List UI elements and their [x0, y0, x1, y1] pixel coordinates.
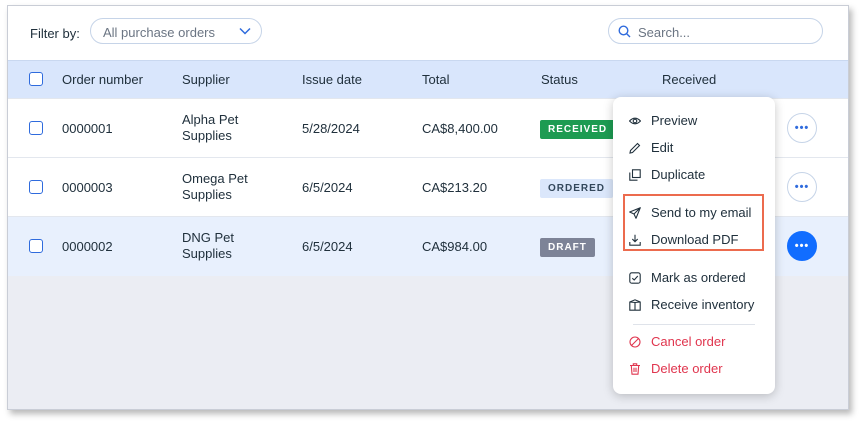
trash-icon [629, 363, 641, 375]
supplier-name-line-1: Alpha Pet [182, 112, 239, 127]
order-number: 0000002 [62, 239, 113, 254]
filter-dropdown[interactable]: All purchase orders [90, 18, 262, 44]
select-all-checkbox[interactable] [29, 72, 43, 86]
row-checkbox[interactable] [29, 180, 43, 194]
header-order-number[interactable]: Order number [62, 72, 143, 87]
menu-item-delete-order[interactable]: Delete order [629, 359, 769, 379]
search-icon [618, 25, 631, 38]
menu-item-label: Receive inventory [651, 297, 755, 312]
download-icon [629, 234, 641, 246]
menu-item-label: Send to my email [651, 205, 752, 220]
menu-item-cancel-order[interactable]: Cancel order [629, 332, 769, 352]
table-header: Order number Supplier Issue date Total S… [8, 60, 848, 98]
menu-item-preview[interactable]: Preview [629, 111, 769, 131]
supplier-name-line-1: DNG Pet [182, 230, 235, 245]
issue-date: 5/28/2024 [302, 121, 360, 136]
menu-item-label: Edit [651, 140, 674, 155]
more-dots-icon: ••• [794, 122, 810, 134]
status-badge: RECEIVED [540, 120, 616, 139]
status-badge: ORDERED [540, 179, 614, 198]
order-total: CA$213.20 [422, 180, 488, 195]
supplier-name: DNG Pet Supplies [182, 230, 234, 262]
chevron-down-icon [239, 26, 251, 36]
search-input[interactable] [636, 22, 815, 42]
row-checkbox[interactable] [29, 121, 43, 135]
filter-label: Filter by: [30, 26, 80, 41]
menu-item-label: Cancel order [651, 334, 726, 349]
more-actions-button[interactable]: ••• [787, 172, 817, 202]
order-total: CA$8,400.00 [422, 121, 498, 136]
header-status[interactable]: Status [541, 72, 578, 87]
menu-item-label: Duplicate [651, 167, 706, 182]
order-number: 0000003 [62, 180, 113, 195]
menu-item-edit[interactable]: Edit [629, 138, 769, 158]
menu-item-duplicate[interactable]: Duplicate [629, 165, 769, 185]
menu-item-label: Delete order [651, 361, 723, 376]
purchase-orders-panel: Filter by: All purchase orders Order num… [7, 5, 849, 410]
status-badge: DRAFT [540, 238, 595, 257]
menu-item-mark-ordered[interactable]: Mark as ordered [629, 268, 769, 288]
row-checkbox[interactable] [29, 239, 43, 253]
more-dots-icon: ••• [794, 240, 810, 252]
cancel-icon [629, 336, 641, 348]
mark-ordered-icon [629, 272, 641, 284]
header-received[interactable]: Received [662, 72, 716, 87]
menu-item-label: Mark as ordered [651, 270, 746, 285]
issue-date: 6/5/2024 [302, 239, 353, 254]
menu-divider [633, 324, 755, 325]
menu-item-label: Preview [651, 113, 698, 128]
send-icon [629, 207, 641, 219]
supplier-name-line-2: Supplies [182, 128, 232, 143]
order-total: CA$984.00 [422, 239, 488, 254]
filter-dropdown-value: All purchase orders [103, 25, 215, 40]
header-issue-date[interactable]: Issue date [302, 72, 362, 87]
duplicate-icon [629, 169, 641, 181]
more-dots-icon: ••• [794, 181, 810, 193]
header-supplier[interactable]: Supplier [182, 72, 230, 87]
menu-item-label: Download PDF [651, 232, 739, 247]
menu-item-send-email[interactable]: Send to my email [629, 203, 769, 223]
filter-toolbar: Filter by: All purchase orders [8, 6, 848, 60]
supplier-name-line-2: Supplies [182, 246, 232, 261]
header-total[interactable]: Total [422, 72, 449, 87]
supplier-name: Alpha Pet Supplies [182, 112, 238, 144]
menu-item-download-pdf[interactable]: Download PDF [629, 230, 769, 250]
menu-item-receive-inventory[interactable]: Receive inventory [629, 295, 769, 315]
supplier-name-line-1: Omega Pet [182, 171, 248, 186]
receive-inventory-icon [629, 299, 641, 311]
pencil-icon [629, 142, 641, 154]
supplier-name: Omega Pet Supplies [182, 171, 248, 203]
eye-icon [629, 115, 641, 127]
order-number: 0000001 [62, 121, 113, 136]
actions-menu: Preview Edit Duplicate Send to my email [613, 97, 775, 394]
issue-date: 6/5/2024 [302, 180, 353, 195]
search-box[interactable] [608, 18, 823, 44]
more-actions-button[interactable]: ••• [787, 113, 817, 143]
supplier-name-line-2: Supplies [182, 187, 232, 202]
more-actions-button[interactable]: ••• [787, 231, 817, 261]
